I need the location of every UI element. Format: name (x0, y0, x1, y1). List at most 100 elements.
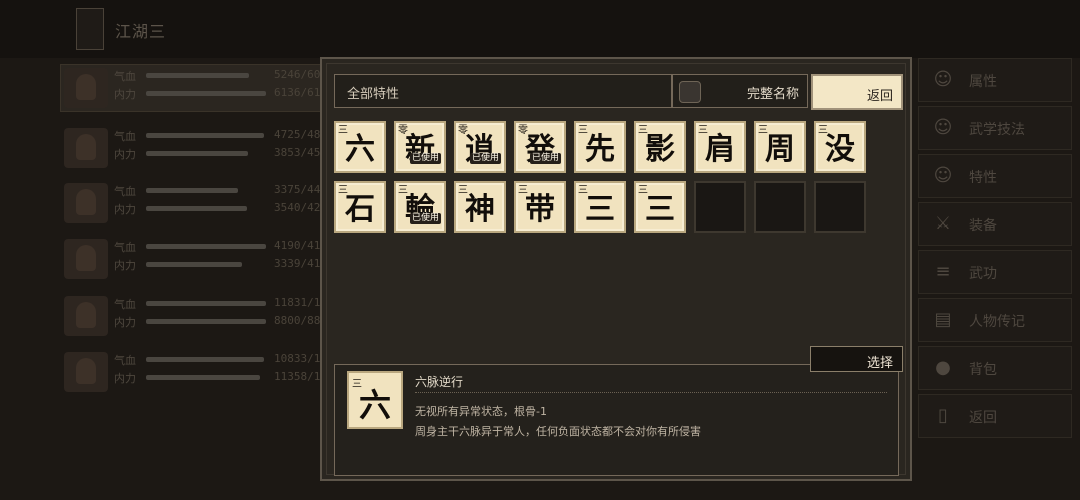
back-button[interactable]: 返回 (811, 74, 903, 110)
trait-tile[interactable]: 三影 (634, 121, 686, 173)
trait-tile[interactable]: 零発已使用 (514, 121, 566, 173)
mp-label: 内力 (114, 148, 136, 161)
mp-bar (146, 319, 266, 324)
mp-bar (146, 91, 266, 96)
trait-glyph: 三 (645, 192, 675, 227)
back-button-label: 返回 (867, 89, 894, 104)
trait-filter[interactable]: 全部特性 (334, 74, 672, 108)
used-badge: 已使用 (410, 153, 442, 164)
empty-trait-slot[interactable] (754, 181, 806, 233)
select-button-label: 选择 (867, 356, 894, 371)
trait-tile[interactable]: 三先 (574, 121, 626, 173)
scroll-icon: ≡ (935, 261, 951, 282)
menu-item[interactable]: ≡ 武功 (918, 250, 1072, 294)
menu-item-label: 人物传记 (969, 314, 1025, 330)
hp-stat: 气血 10833/11057 (114, 352, 347, 367)
trait-glyph: 带 (525, 192, 555, 227)
menu-item[interactable]: ☺ 属性 (918, 58, 1072, 102)
mp-stat: 内力 3853/4521 (114, 146, 334, 161)
mp-stat: 内力 3540/4215 (114, 201, 334, 216)
avatar (64, 68, 108, 108)
fullname-label: 完整名称 (747, 87, 800, 102)
mp-bar (146, 151, 248, 156)
trait-tile[interactable]: 三三 (574, 181, 626, 233)
trait-tile[interactable]: 零新已使用 (394, 121, 446, 173)
menu-item-label: 特性 (969, 170, 997, 186)
trait-glyph: 六 (345, 132, 375, 167)
trait-glyph: 先 (585, 132, 615, 167)
party-member-row[interactable]: 气血 4725/4805 内力 3853/4521 (54, 124, 334, 180)
mp-label: 内力 (114, 88, 136, 101)
select-button[interactable]: 选择 (810, 346, 903, 372)
avatar (64, 239, 108, 279)
person-icon: ☺ (933, 165, 953, 186)
avatar (64, 352, 108, 392)
mp-stat: 内力 11358/11958 (114, 370, 347, 385)
trait-tile[interactable]: 三肩 (694, 121, 746, 173)
mp-bar (146, 375, 260, 380)
hp-stat: 气血 3375/4400 (114, 183, 334, 198)
party-member-row[interactable]: 气血 10833/11057 内力 11358/11958 (54, 348, 347, 404)
trait-effect: 无视所有异常状态，根骨-1 (415, 405, 547, 418)
hp-bar (146, 357, 264, 362)
person-icon: ☺ (933, 117, 953, 138)
empty-trait-slot[interactable] (814, 181, 866, 233)
trait-glyph: 肩 (705, 132, 735, 167)
party-member-row[interactable]: 气血 4190/4190 内力 3339/4169 (54, 235, 334, 291)
fullname-toggle[interactable]: 完整名称 (672, 74, 808, 108)
trait-tile[interactable]: 三带 (514, 181, 566, 233)
door-icon: ▯ (938, 405, 948, 426)
avatar (64, 296, 108, 336)
fullname-checkbox[interactable] (679, 81, 701, 103)
trait-tile[interactable]: 三周 (754, 121, 806, 173)
hp-label: 气血 (114, 130, 136, 143)
used-badge: 已使用 (410, 213, 442, 224)
menu-item-label: 武学技法 (969, 122, 1025, 138)
trait-tile[interactable]: 三没 (814, 121, 866, 173)
hp-label: 气血 (114, 354, 136, 367)
hp-bar (146, 73, 249, 78)
menu-item-label: 装备 (969, 218, 997, 234)
trait-tile[interactable]: 零逍已使用 (454, 121, 506, 173)
mp-bar (146, 206, 247, 211)
hp-label: 气血 (114, 70, 136, 83)
trait-filter-label: 全部特性 (347, 87, 400, 102)
trait-description: 周身主干六脉异于常人，任何负面状态都不会对你有所侵害 (415, 425, 701, 438)
trait-tile[interactable]: 三石 (334, 181, 386, 233)
avatar (64, 183, 108, 223)
sword-icon: ⚔ (934, 213, 952, 234)
trait-detail-panel: 三 六 六脉逆行 无视所有异常状态，根骨-1 周身主干六脉异于常人，任何负面状态… (334, 364, 899, 476)
trait-tile[interactable]: 三神 (454, 181, 506, 233)
menu-item-label: 返回 (969, 410, 997, 426)
party-member-row[interactable]: 气血 3375/4400 内力 3540/4215 (54, 179, 334, 235)
hp-label: 气血 (114, 298, 136, 311)
hp-bar (146, 301, 266, 306)
trait-glyph: 影 (645, 132, 675, 167)
menu-item[interactable]: ● 背包 (918, 346, 1072, 390)
trait-tile[interactable]: 三輪已使用 (394, 181, 446, 233)
trait-name: 六脉逆行 (415, 375, 464, 389)
trait-glyph: 三 (585, 192, 615, 227)
selected-trait-glyph: 六 (358, 386, 391, 424)
hp-stat: 气血 11831/11831 (114, 296, 347, 311)
trait-grid: 三六零新已使用零逍已使用零発已使用三先三影三肩三周三没三石三輪已使用三神三带三三… (334, 121, 894, 241)
empty-trait-slot[interactable] (694, 181, 746, 233)
book-icon: ▤ (934, 309, 952, 330)
party-member-row[interactable]: 气血 5246/6095 内力 6136/6136 (54, 64, 334, 120)
menu-item[interactable]: ▤ 人物传记 (918, 298, 1072, 342)
mp-stat: 内力 3339/4169 (114, 257, 334, 272)
menu-item[interactable]: ☺ 武学技法 (918, 106, 1072, 150)
mp-label: 内力 (114, 203, 136, 216)
menu-item[interactable]: ⚔ 装备 (918, 202, 1072, 246)
menu-item[interactable]: ▯ 返回 (918, 394, 1072, 438)
mp-stat: 内力 6136/6136 (114, 86, 334, 101)
trait-tile[interactable]: 三六 (334, 121, 386, 173)
party-member-row[interactable]: 气血 11831/11831 内力 8800/8800 (54, 292, 347, 348)
person-icon: ☺ (933, 69, 953, 90)
menu-item[interactable]: ☺ 特性 (918, 154, 1072, 198)
trait-tile[interactable]: 三三 (634, 181, 686, 233)
top-bar: 江湖三 (0, 0, 1080, 58)
hp-stat: 气血 4190/4190 (114, 239, 334, 254)
hp-label: 气血 (114, 241, 136, 254)
hp-bar (146, 133, 264, 138)
